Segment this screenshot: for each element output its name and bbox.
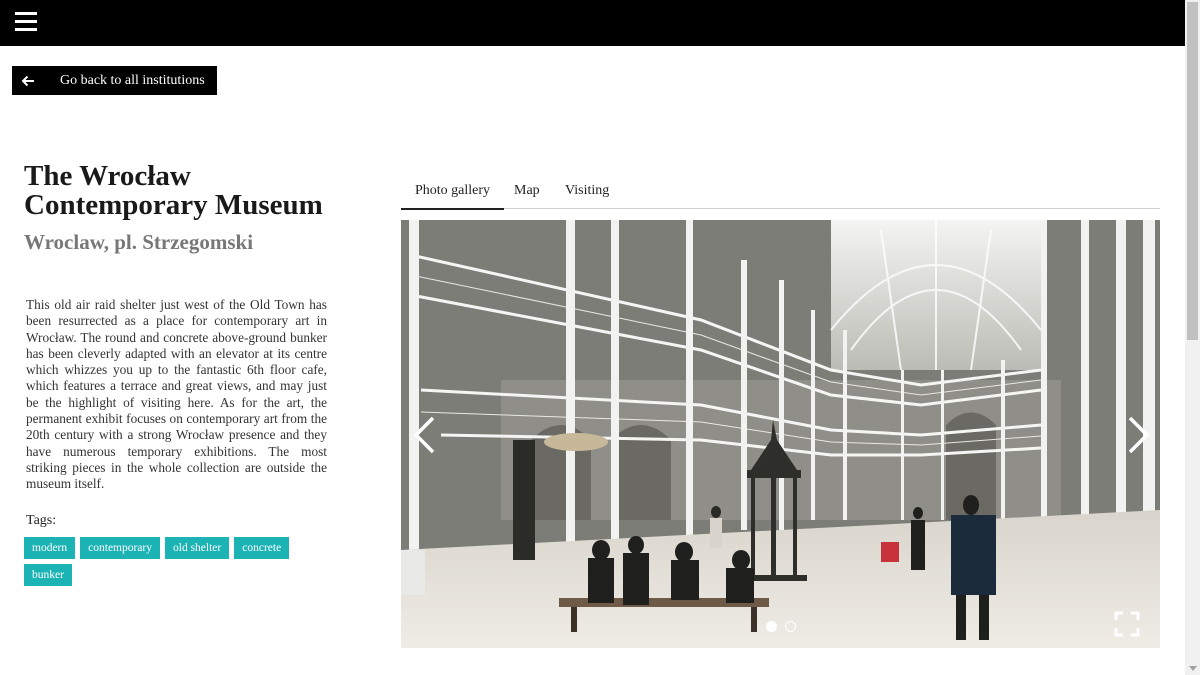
scrollbar-thumb[interactable] [1187,2,1198,340]
institution-description: This old air raid shelter just west of t… [26,297,327,492]
tag-list: modern contemporary old shelter concrete… [24,537,324,586]
chevron-left-icon[interactable] [411,415,441,455]
scroll-down-arrow-icon[interactable] [1189,666,1197,671]
tag[interactable]: contemporary [80,537,161,559]
hamburger-menu-icon[interactable] [15,12,37,32]
tag[interactable]: bunker [24,564,72,586]
fullscreen-icon[interactable] [1114,611,1140,637]
photo-gallery[interactable] [401,220,1160,648]
back-button-label: Go back to all institutions [60,72,205,88]
top-nav-bar [0,0,1185,46]
slide-indicator-1[interactable] [766,621,777,632]
institution-address: Wroclaw, pl. Strzegomski [24,230,254,254]
tag[interactable]: old shelter [165,537,230,559]
gallery-photo [401,220,1160,648]
tab-photo-gallery[interactable]: Photo gallery [400,183,505,210]
arrow-left-icon [21,75,34,86]
tag[interactable]: modern [24,537,76,559]
slide-indicator-2[interactable] [785,621,796,632]
tab-map[interactable]: Map [514,183,540,199]
institution-title: The Wrocław Contemporary Museum [24,160,323,221]
page-scrollbar[interactable] [1185,0,1200,675]
tag[interactable]: concrete [234,537,290,559]
back-to-institutions-button[interactable]: Go back to all institutions [12,66,217,95]
tab-visiting[interactable]: Visiting [565,183,609,199]
chevron-right-icon[interactable] [1122,415,1152,455]
info-tabs: Photo gallery Map Visiting [400,177,1160,210]
tags-label: Tags: [26,513,57,528]
